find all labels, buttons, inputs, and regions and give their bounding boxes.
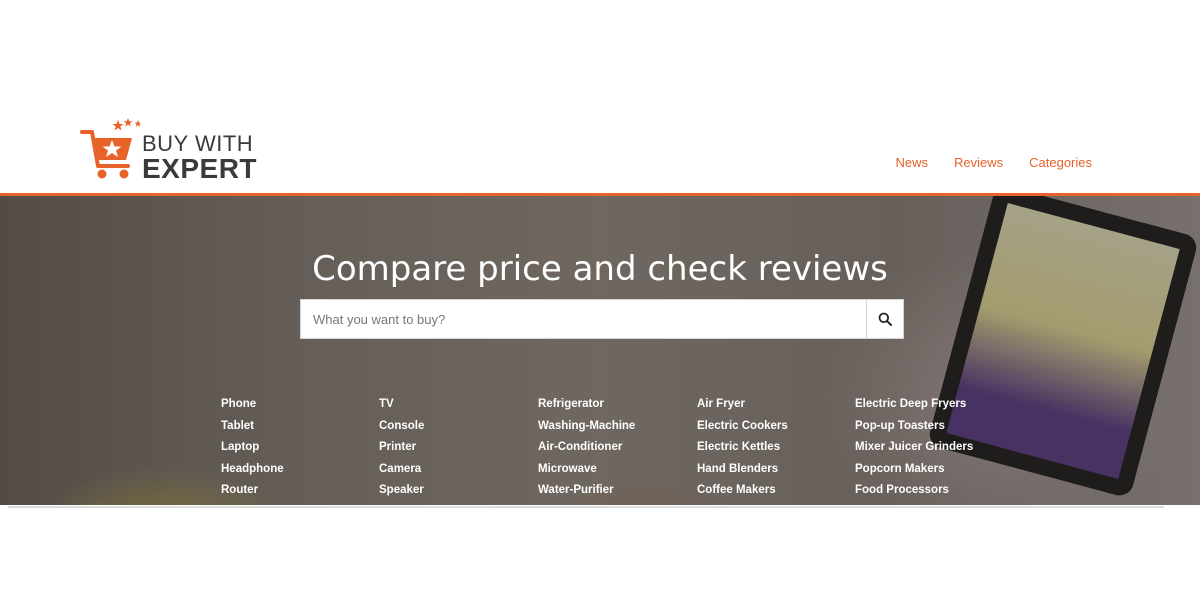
nav-news[interactable]: News xyxy=(895,155,928,170)
nav-reviews[interactable]: Reviews xyxy=(954,155,1003,170)
section-divider xyxy=(8,506,1164,508)
category-link[interactable]: Air-Conditioner xyxy=(538,437,688,459)
category-column: Refrigerator Washing-Machine Air-Conditi… xyxy=(538,394,688,502)
category-link[interactable]: Laptop xyxy=(221,437,371,459)
category-link[interactable]: Washing-Machine xyxy=(538,416,688,438)
category-link[interactable]: Water-Purifier xyxy=(538,480,688,502)
category-link[interactable]: Tablet xyxy=(221,416,371,438)
category-link[interactable]: Printer xyxy=(379,437,529,459)
category-link[interactable]: Headphone xyxy=(221,459,371,481)
category-link[interactable]: Air Fryer xyxy=(697,394,847,416)
search-bar xyxy=(300,299,904,339)
cart-logo-icon xyxy=(80,118,140,179)
category-link[interactable]: Console xyxy=(379,416,529,438)
category-column: Phone Tablet Laptop Headphone Router xyxy=(221,394,371,502)
brand-line1: BUY WITH xyxy=(142,131,254,156)
category-link[interactable]: Popcorn Makers xyxy=(855,459,1005,481)
category-link[interactable]: Electric Cookers xyxy=(697,416,847,438)
category-link[interactable]: TV xyxy=(379,394,529,416)
category-link[interactable]: Pop-up Toasters xyxy=(855,416,1005,438)
category-link[interactable]: Coffee Makers xyxy=(697,480,847,502)
category-link[interactable]: Electric Kettles xyxy=(697,437,847,459)
hero-title: Compare price and check reviews xyxy=(312,248,888,289)
brand-logo[interactable]: BUY WITH EXPERT xyxy=(80,118,280,184)
main-nav: News Reviews Categories xyxy=(895,155,1092,170)
search-button[interactable] xyxy=(866,299,904,339)
category-column: TV Console Printer Camera Speaker xyxy=(379,394,529,502)
category-link[interactable]: Phone xyxy=(221,394,371,416)
category-link[interactable]: Router xyxy=(221,480,371,502)
category-link[interactable]: Electric Deep Fryers xyxy=(855,394,1005,416)
category-link[interactable]: Speaker xyxy=(379,480,529,502)
nav-categories[interactable]: Categories xyxy=(1029,155,1092,170)
category-link[interactable]: Microwave xyxy=(538,459,688,481)
brand-line2: EXPERT xyxy=(142,153,258,184)
category-link[interactable]: Hand Blenders xyxy=(697,459,847,481)
hero-banner: Compare price and check reviews Phone Ta… xyxy=(0,196,1200,505)
category-link[interactable]: Mixer Juicer Grinders xyxy=(855,437,1005,459)
site-header: BUY WITH EXPERT News Reviews Categories xyxy=(0,0,1200,193)
category-column: Air Fryer Electric Cookers Electric Kett… xyxy=(697,394,847,502)
category-link[interactable]: Refrigerator xyxy=(538,394,688,416)
category-column: Electric Deep Fryers Pop-up Toasters Mix… xyxy=(855,394,1005,502)
search-icon xyxy=(878,312,892,326)
category-link[interactable]: Food Processors xyxy=(855,480,1005,502)
search-input[interactable] xyxy=(300,299,867,339)
brand-wordmark: BUY WITH EXPERT xyxy=(142,133,257,183)
category-link[interactable]: Camera xyxy=(379,459,529,481)
